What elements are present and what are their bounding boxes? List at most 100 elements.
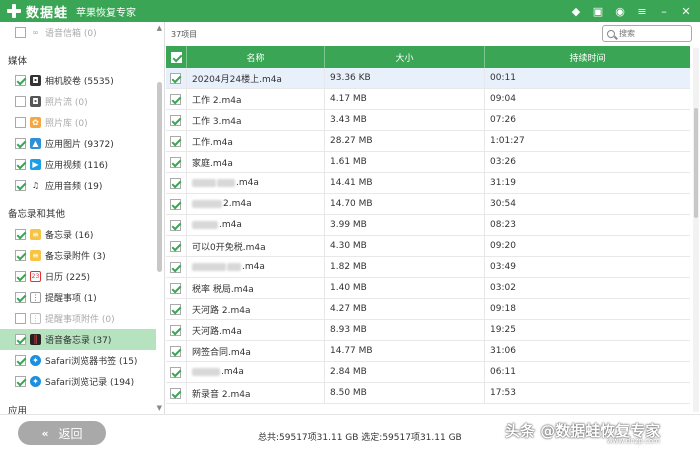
scroll-up-arrow-icon[interactable]: ▲ — [157, 24, 162, 32]
sidebar-item-safari-history[interactable]: ✦ Safari浏览记录 (194) — [0, 371, 156, 392]
sidebar-scrollbar[interactable] — [157, 82, 162, 272]
table-row[interactable]: 税率 税局.m4a 1.40 MB 03:02 — [166, 277, 690, 299]
table-row[interactable]: 网签合同.m4a 14.77 MB 31:06 — [166, 340, 690, 362]
table-row[interactable]: 可以0开免税.m4a 4.30 MB 09:20 — [166, 235, 690, 257]
row-checkbox[interactable] — [170, 93, 181, 105]
table-row[interactable]: 2.m4a 14.70 MB 30:54 — [166, 193, 690, 215]
checkbox[interactable] — [15, 117, 26, 128]
row-checkbox-cell[interactable] — [166, 277, 187, 299]
checkbox[interactable] — [15, 138, 26, 149]
sidebar-item-photo-library[interactable]: ✿ 照片库 (0) — [0, 112, 156, 133]
sidebar-item-camera-roll[interactable]: ◘ 相机胶卷 (5535) — [0, 70, 156, 91]
row-checkbox[interactable] — [170, 387, 181, 399]
search-input[interactable] — [619, 29, 679, 38]
table-row[interactable]: 新录音 2.m4a 8.50 MB 17:53 — [166, 382, 690, 404]
column-duration[interactable]: 持续时间 — [485, 46, 690, 68]
checkbox[interactable] — [15, 271, 26, 282]
row-checkbox[interactable] — [170, 135, 181, 147]
back-button[interactable]: « 返回 — [18, 421, 106, 445]
table-row[interactable]: .m4a 14.41 MB 31:19 — [166, 172, 690, 194]
checkbox[interactable] — [15, 27, 26, 38]
checkbox[interactable] — [15, 355, 26, 366]
row-checkbox[interactable] — [170, 261, 181, 273]
column-size[interactable]: 大小 — [325, 46, 485, 68]
user-icon[interactable]: ◉ — [614, 5, 626, 18]
row-checkbox[interactable] — [170, 156, 181, 168]
sidebar-item-voicemail[interactable]: ∞ 语音信箱 (0) — [0, 22, 156, 43]
table-row[interactable]: 20204月24楼上.m4a 93.36 KB 00:11 — [166, 68, 690, 89]
row-checkbox[interactable] — [170, 324, 181, 336]
minimize-icon[interactable]: – — [658, 5, 670, 18]
table-scrollbar[interactable] — [693, 48, 699, 412]
row-checkbox-cell[interactable] — [166, 214, 187, 236]
checkbox[interactable] — [15, 250, 26, 261]
menu-icon[interactable]: ≡ — [636, 5, 648, 18]
sidebar-item-photo-stream[interactable]: ◘ 照片流 (0) — [0, 91, 156, 112]
row-checkbox[interactable] — [170, 177, 181, 189]
row-checkbox-cell[interactable] — [166, 68, 187, 89]
row-checkbox-cell[interactable] — [166, 298, 187, 320]
checkbox[interactable] — [15, 180, 26, 191]
table-row[interactable]: .m4a 3.99 MB 08:23 — [166, 214, 690, 236]
column-name[interactable]: 名称 — [187, 46, 325, 68]
sidebar-item-safari-bookmarks[interactable]: ✦ Safari浏览器书签 (15) — [0, 350, 156, 371]
row-checkbox-cell[interactable] — [166, 235, 187, 257]
table-row[interactable]: 家庭.m4a 1.61 MB 03:26 — [166, 151, 690, 173]
select-all-checkbox-cell[interactable] — [166, 46, 187, 68]
row-checkbox[interactable] — [170, 114, 181, 126]
checkbox[interactable] — [15, 313, 26, 324]
redacted-text — [217, 179, 235, 187]
row-checkbox-cell[interactable] — [166, 361, 187, 383]
row-checkbox-cell[interactable] — [166, 319, 187, 341]
row-checkbox[interactable] — [170, 219, 181, 231]
row-checkbox[interactable] — [170, 282, 181, 294]
row-checkbox-cell[interactable] — [166, 109, 187, 131]
row-checkbox-cell[interactable] — [166, 130, 187, 152]
row-checkbox[interactable] — [170, 303, 181, 315]
sidebar-item-app-photos[interactable]: ▲ 应用图片 (9372) — [0, 133, 156, 154]
file-duration: 03:49 — [490, 262, 516, 272]
sidebar-item-reminders[interactable]: ⋮ 提醒事项 (1) — [0, 287, 156, 308]
scroll-down-arrow-icon[interactable]: ▼ — [157, 404, 162, 412]
checkbox[interactable] — [15, 96, 26, 107]
sidebar-item-notes-attachments[interactable]: ≡ 备忘录附件 (3) — [0, 245, 156, 266]
row-checkbox[interactable] — [170, 72, 181, 84]
sidebar-item-app-audio[interactable]: ♫ 应用音频 (19) — [0, 175, 156, 196]
table-row[interactable]: 工作.m4a 28.27 MB 1:01:27 — [166, 130, 690, 152]
diamond-icon[interactable]: ◆ — [570, 5, 582, 18]
row-checkbox-cell[interactable] — [166, 256, 187, 278]
row-checkbox-cell[interactable] — [166, 193, 187, 215]
table-row[interactable]: 工作 2.m4a 4.17 MB 09:04 — [166, 88, 690, 110]
sidebar-item-reminder-attachments[interactable]: ⋮ 提醒事项附件 (0) — [0, 308, 156, 329]
table-row[interactable]: .m4a 2.84 MB 06:11 — [166, 361, 690, 383]
row-checkbox-cell[interactable] — [166, 151, 187, 173]
row-checkbox-cell[interactable] — [166, 382, 187, 404]
checkbox[interactable] — [15, 229, 26, 240]
row-checkbox[interactable] — [170, 345, 181, 357]
sidebar-item-notes[interactable]: ≡ 备忘录 (16) — [0, 224, 156, 245]
row-checkbox[interactable] — [170, 240, 181, 252]
search-box[interactable] — [602, 25, 692, 42]
row-checkbox-cell[interactable] — [166, 340, 187, 362]
row-checkbox-cell[interactable] — [166, 88, 187, 110]
close-icon[interactable]: ✕ — [680, 5, 692, 18]
checkbox[interactable] — [15, 334, 26, 345]
sidebar-item-calendar[interactable]: 23 日历 (225) — [0, 266, 156, 287]
table-scrollbar-thumb[interactable] — [694, 108, 698, 218]
sidebar-item-app-videos[interactable]: ▶ 应用视频 (116) — [0, 154, 156, 175]
table-row[interactable]: 工作 3.m4a 3.43 MB 07:26 — [166, 109, 690, 131]
select-all-checkbox[interactable] — [170, 51, 182, 63]
row-checkbox[interactable] — [170, 198, 181, 210]
table-row[interactable]: 天河路.m4a 8.93 MB 19:25 — [166, 319, 690, 341]
sidebar-item-voice-memos[interactable]: ║ 语音备忘录 (37) — [0, 329, 156, 350]
checkbox[interactable] — [15, 159, 26, 170]
row-checkbox[interactable] — [170, 366, 181, 378]
sidebar-item-label: 备忘录 (16) — [45, 231, 94, 241]
gift-icon[interactable]: ▣ — [592, 5, 604, 18]
table-row[interactable]: 天河路 2.m4a 4.27 MB 09:18 — [166, 298, 690, 320]
checkbox[interactable] — [15, 292, 26, 303]
table-row[interactable]: .m4a 1.82 MB 03:49 — [166, 256, 690, 278]
checkbox[interactable] — [15, 75, 26, 86]
checkbox[interactable] — [15, 376, 26, 387]
row-checkbox-cell[interactable] — [166, 172, 187, 194]
